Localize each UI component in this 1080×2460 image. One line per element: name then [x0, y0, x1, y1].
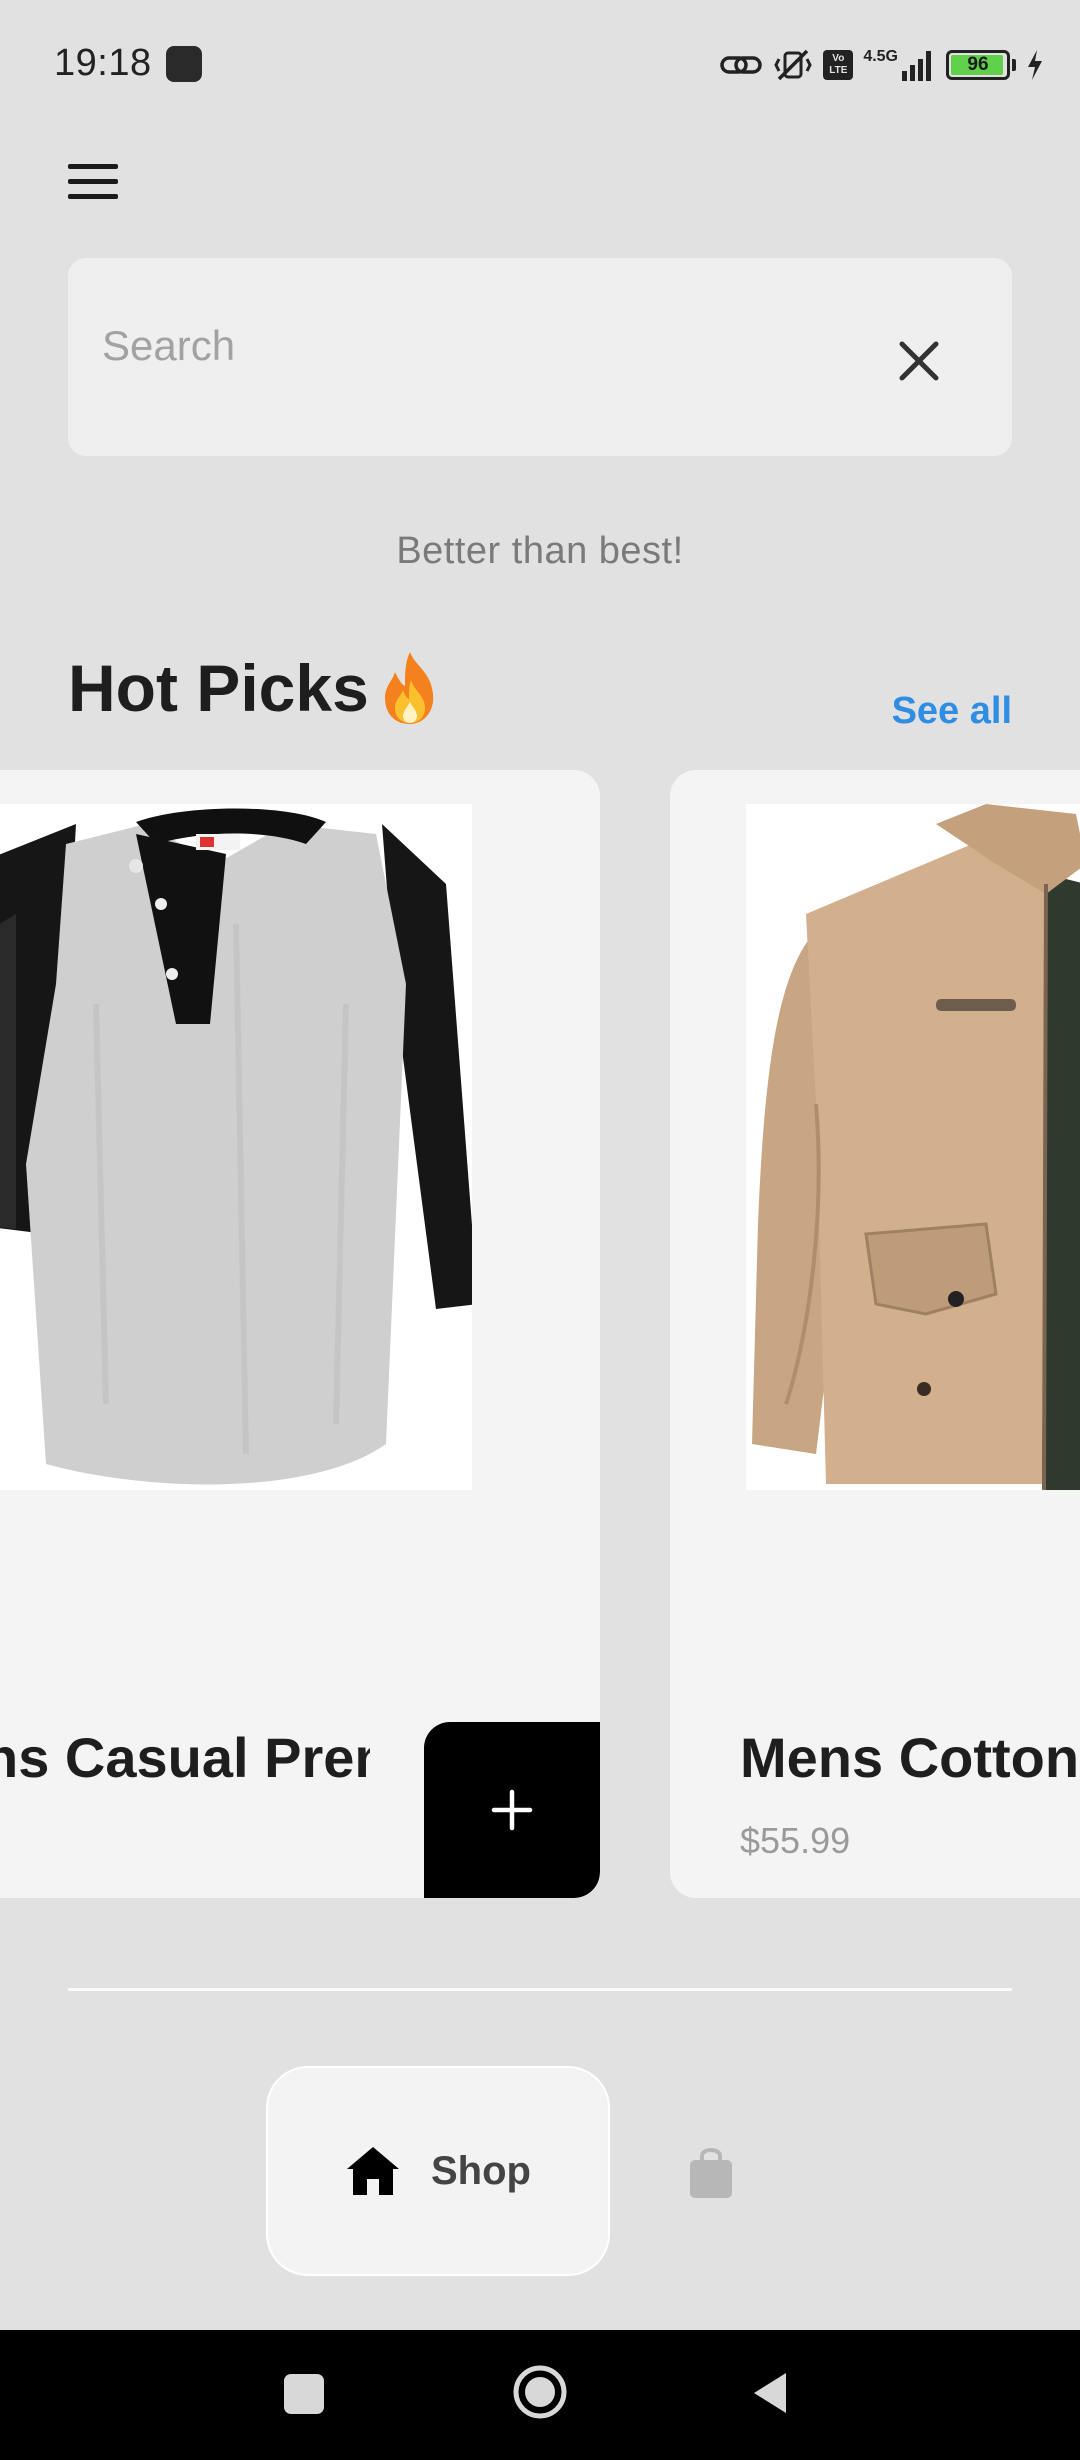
product-carousel[interactable]: ns Casual Premi	[0, 770, 1080, 1900]
product-name: Mens Cotton J	[740, 1726, 1080, 1789]
home-circle-icon[interactable]	[512, 2364, 568, 2420]
search-box	[68, 258, 1012, 456]
shopping-bag-icon[interactable]	[686, 2144, 736, 2200]
signal-icon	[902, 51, 931, 81]
link-icon	[720, 56, 763, 74]
signal-indicator: 4.5G	[863, 49, 936, 81]
product-image-khaki-jacket	[746, 804, 1080, 1490]
nav-shop-tab[interactable]: Shop	[266, 2066, 610, 2276]
add-to-cart-button[interactable]	[424, 1722, 600, 1898]
henley-shirt-illustration	[0, 808, 472, 1485]
status-time: 19:18	[54, 42, 152, 84]
vibrate-off-icon	[774, 49, 812, 81]
product-price: $55.99	[740, 1820, 851, 1861]
notification-app-icon	[166, 46, 202, 82]
plus-icon	[491, 1789, 533, 1831]
battery-cap	[1012, 59, 1016, 71]
charging-icon	[1028, 50, 1042, 80]
battery-icon: 96	[946, 50, 1010, 80]
status-icons: Vo LTE 4.5G 96	[719, 42, 1044, 88]
search-input[interactable]	[102, 258, 862, 434]
jacket-illustration	[752, 804, 1080, 1490]
product-card[interactable]: ns Casual Premi	[0, 770, 600, 1898]
app-screen: 19:18 Vo LTE 4.5G 96 Search Better than …	[0, 0, 1080, 2460]
divider	[68, 1988, 1012, 1991]
battery-percentage: 96	[967, 54, 989, 75]
section-title-text: Hot Picks	[68, 651, 369, 725]
product-card[interactable]: Mens Cotton J $55.99	[670, 770, 1080, 1898]
fire-icon	[384, 652, 434, 724]
close-icon[interactable]	[896, 338, 942, 384]
nav-shop-label: Shop	[431, 2148, 531, 2193]
status-bar: 19:18 Vo LTE 4.5G 96	[0, 0, 1080, 130]
network-type-label: 4.5G	[863, 48, 898, 65]
recents-icon[interactable]	[284, 2374, 324, 2414]
tagline: Better than best!	[396, 530, 684, 572]
volte-icon: Vo LTE	[823, 50, 854, 80]
product-name: ns Casual Premi	[0, 1726, 370, 1789]
hamburger-menu-icon[interactable]	[68, 162, 120, 202]
volte-label: Vo LTE	[829, 53, 848, 76]
back-icon[interactable]	[750, 2370, 790, 2416]
section-title: Hot Picks	[68, 650, 443, 726]
product-image-henley-shirt	[0, 804, 472, 1490]
see-all-link[interactable]: See all	[892, 690, 1012, 733]
system-navigation-bar	[0, 2330, 1080, 2460]
home-icon	[347, 2147, 399, 2195]
